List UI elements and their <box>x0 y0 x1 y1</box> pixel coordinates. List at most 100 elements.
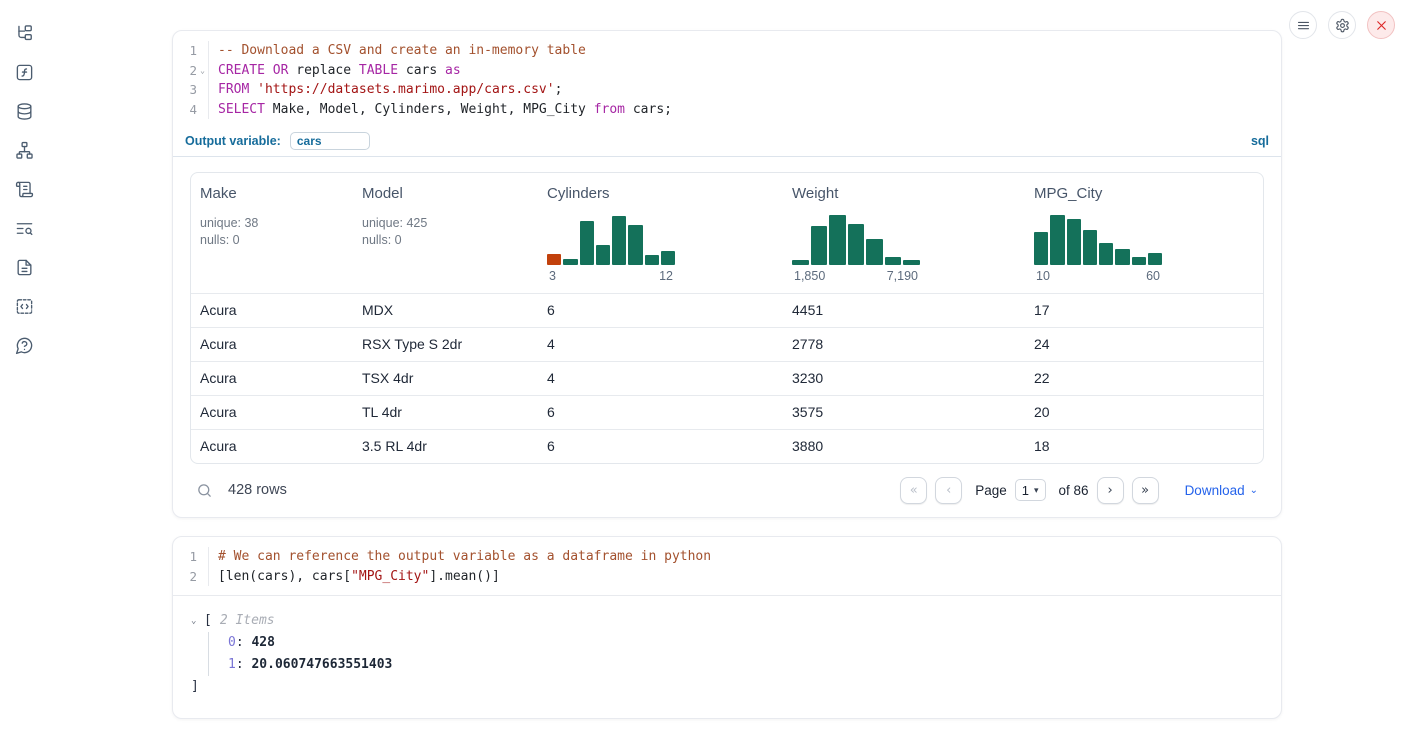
line-gutter: 1 <box>173 41 209 61</box>
line-number: 2 <box>173 567 197 587</box>
table-header-row: Makeunique: 38nulls: 0 Model unique: 425nu… <box>191 173 1263 293</box>
line-number: 2 <box>173 61 197 81</box>
database-sidebar-button[interactable] <box>11 98 37 124</box>
table-cell: TL 4dr <box>353 396 538 429</box>
table-cell: 4 <box>538 362 783 395</box>
table-row: AcuraTL 4dr6357520 <box>191 395 1263 429</box>
download-button[interactable]: Download ⌄ <box>1185 483 1258 498</box>
table-cell: 20 <box>1025 396 1263 429</box>
text-search-sidebar-button[interactable] <box>11 215 37 241</box>
output-variable-input[interactable] <box>290 132 370 150</box>
histogram-bar <box>1083 230 1097 265</box>
column-histogram <box>1034 212 1162 265</box>
code-line[interactable]: 2[len(cars), cars["MPG_City"].mean()] <box>173 567 1281 587</box>
table-cell: Acura <box>191 396 353 429</box>
chevron-down-icon: ⌄ <box>1250 485 1258 496</box>
table-cell: 3880 <box>783 430 1025 463</box>
line-gutter: 3 <box>173 80 209 100</box>
last-page-button[interactable]: » <box>1132 477 1159 504</box>
network-sidebar-button[interactable] <box>11 137 37 163</box>
prev-page-icon: ‹ <box>946 483 951 498</box>
code-line[interactable]: 1-- Download a CSV and create an in-memo… <box>173 41 1281 61</box>
histogram-axis-labels: 1,8507,190 <box>792 269 920 283</box>
sql-cell: 1-- Download a CSV and create an in-memo… <box>172 30 1282 518</box>
help-sidebar-button[interactable] <box>11 332 37 358</box>
column-stat-line: unique: 425 <box>362 215 530 232</box>
code-line[interactable]: 3FROM 'https://datasets.marimo.app/cars.… <box>173 80 1281 100</box>
scroll-sidebar-button[interactable] <box>11 176 37 202</box>
function-sidebar-button[interactable] <box>11 59 37 85</box>
page-select[interactable]: 1 ▾ <box>1015 479 1046 501</box>
axis-tick-label: 3 <box>549 269 556 283</box>
text-search-icon <box>15 219 34 238</box>
next-page-button[interactable]: › <box>1097 477 1124 504</box>
item-separator: : <box>236 657 252 672</box>
item-index: 0 <box>228 635 236 650</box>
database-icon <box>15 102 34 121</box>
gear-icon <box>1335 18 1350 33</box>
sql-code-editor[interactable]: 1-- Download a CSV and create an in-memo… <box>173 31 1281 128</box>
line-number: 1 <box>173 547 197 567</box>
column-header-make[interactable]: Makeunique: 38nulls: 0 <box>191 173 353 293</box>
table-cell: 24 <box>1025 328 1263 361</box>
code-text: CREATE OR replace TABLE cars as <box>209 61 461 81</box>
download-label: Download <box>1185 483 1245 498</box>
table-output: Makeunique: 38nulls: 0 Model unique: 425nu… <box>173 157 1281 517</box>
chevron-down-icon: ▾ <box>1034 485 1039 496</box>
last-page-icon: » <box>1141 483 1149 498</box>
histogram-bar <box>866 239 883 266</box>
code-text: FROM 'https://datasets.marimo.app/cars.c… <box>209 80 562 100</box>
axis-tick-label: 1,850 <box>794 269 825 283</box>
close-icon <box>1374 18 1389 33</box>
code-line[interactable]: 1# We can reference the output variable … <box>173 547 1281 567</box>
search-button[interactable] <box>196 482 213 499</box>
histogram-bar <box>580 221 594 265</box>
line-number: 4 <box>173 100 197 120</box>
histogram-bar <box>1034 232 1048 265</box>
output-items: 0: 4281: 20.060747663551403 <box>208 632 1265 676</box>
python-output-tree: ⌄ [ 2 Items 0: 4281: 20.060747663551403 … <box>173 596 1281 718</box>
pagination: « ‹ Page 1 ▾ of 86 › » Download <box>900 477 1258 504</box>
python-code-editor[interactable]: 1# We can reference the output variable … <box>173 537 1281 595</box>
search-icon <box>196 482 213 499</box>
table-cell: 3230 <box>783 362 1025 395</box>
python-cell: 1# We can reference the output variable … <box>172 536 1282 719</box>
prev-page-button[interactable]: ‹ <box>935 477 962 504</box>
document-icon <box>15 258 34 277</box>
histogram-bar <box>829 215 846 265</box>
column-title: Weight <box>792 185 1017 202</box>
column-title: Model <box>362 185 530 202</box>
file-tree-sidebar-button[interactable] <box>11 20 37 46</box>
open-bracket: [ <box>204 610 212 632</box>
table-cell: 3.5 RL 4dr <box>353 430 538 463</box>
column-stat-line: unique: 38 <box>200 215 345 232</box>
axis-tick-label: 12 <box>659 269 673 283</box>
language-badge[interactable]: sql <box>1251 134 1269 148</box>
table-cell: 3575 <box>783 396 1025 429</box>
document-sidebar-button[interactable] <box>11 254 37 280</box>
shutdown-button[interactable] <box>1367 11 1395 39</box>
column-header-mpg_city[interactable]: MPG_City1060 <box>1025 173 1263 293</box>
histogram-bar <box>563 259 577 265</box>
column-title: MPG_City <box>1034 185 1255 202</box>
column-header-cylinders[interactable]: Cylinders312 <box>538 173 783 293</box>
table-cell: 2778 <box>783 328 1025 361</box>
menu-button[interactable] <box>1289 11 1317 39</box>
histogram-bar <box>661 251 675 265</box>
collapse-chevron-icon[interactable]: ⌄ <box>191 610 204 632</box>
topbar-controls <box>1289 11 1395 39</box>
items-count-label: 2 Items <box>220 610 275 632</box>
item-value: 428 <box>251 635 274 650</box>
column-header-model[interactable]: Model unique: 425nulls: 0 <box>353 173 538 293</box>
column-stats: unique: 425nulls: 0 <box>362 215 530 250</box>
code-line[interactable]: 4SELECT Make, Model, Cylinders, Weight, … <box>173 100 1281 120</box>
histogram-bar <box>612 216 626 265</box>
code-snippet-sidebar-button[interactable] <box>11 293 37 319</box>
fold-chevron-icon[interactable]: ⌄ <box>197 61 208 81</box>
first-page-button[interactable]: « <box>900 477 927 504</box>
line-gutter: 1 <box>173 547 209 567</box>
settings-button[interactable] <box>1328 11 1356 39</box>
table-body: AcuraMDX6445117AcuraRSX Type S 2dr427782… <box>191 293 1263 463</box>
code-line[interactable]: 2⌄CREATE OR replace TABLE cars as <box>173 61 1281 81</box>
column-header-weight[interactable]: Weight 1,8507,190 <box>783 173 1025 293</box>
